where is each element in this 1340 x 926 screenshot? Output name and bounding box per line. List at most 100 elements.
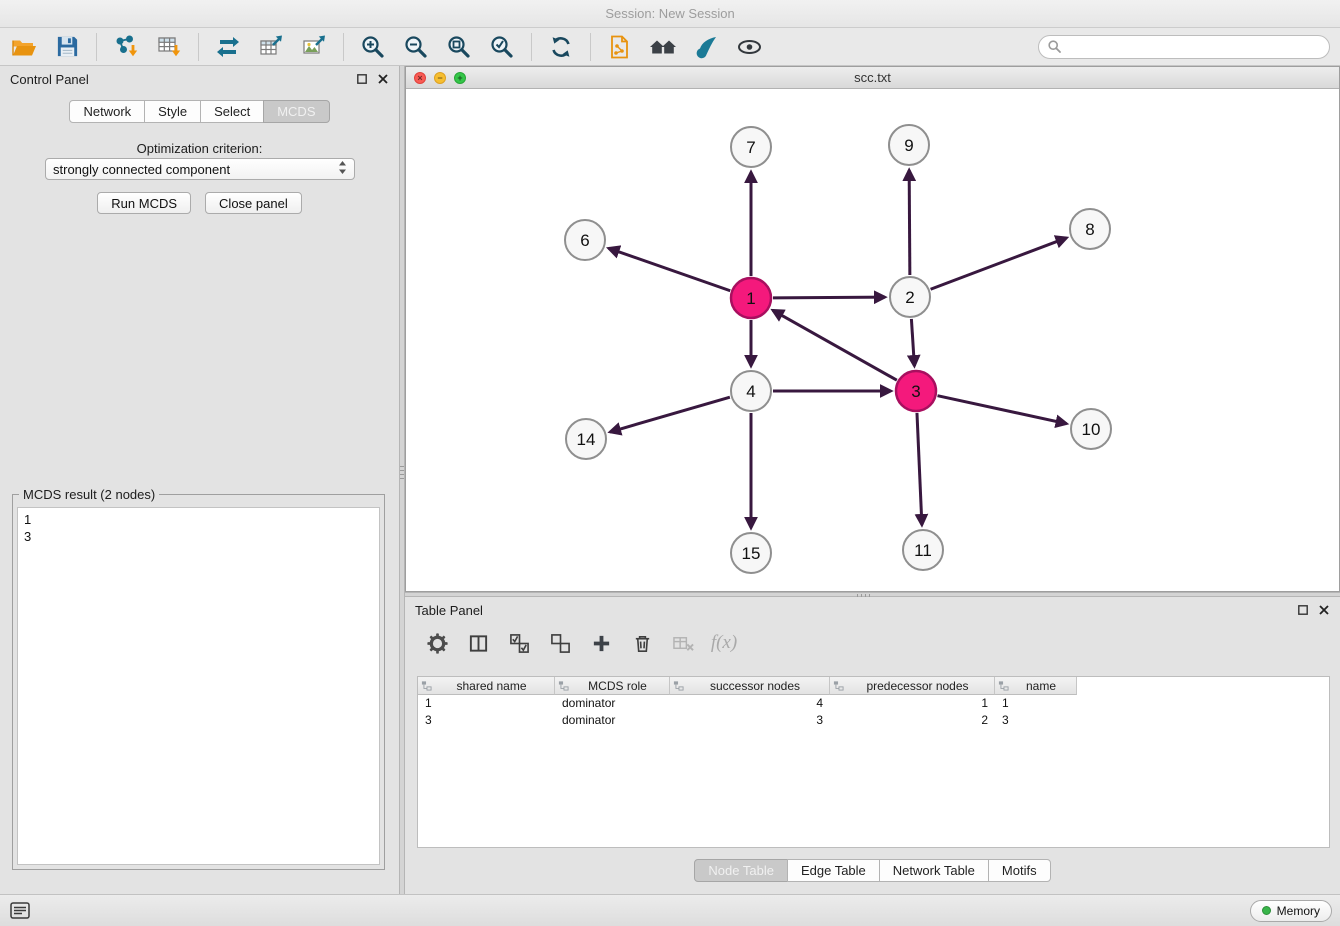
network-edge-4-14[interactable] <box>610 397 730 432</box>
network-node-11[interactable]: 11 <box>903 530 943 570</box>
column-header-name[interactable]: name <box>995 677 1077 695</box>
node-label: 4 <box>746 382 755 401</box>
network-edge-1-6[interactable] <box>609 248 731 290</box>
network-edge-3-11[interactable] <box>917 413 922 525</box>
column-header-successor-nodes[interactable]: successor nodes <box>670 677 830 695</box>
network-node-2[interactable]: 2 <box>890 277 930 317</box>
network-canvas[interactable]: 7 9 6 8 1 2 4 3 14 10 15 11 <box>406 89 1339 591</box>
network-node-4[interactable]: 4 <box>731 371 771 411</box>
search-input[interactable] <box>1067 39 1320 54</box>
export-network-button[interactable] <box>214 33 242 61</box>
network-node-14[interactable]: 14 <box>566 419 606 459</box>
result-line: 1 <box>24 511 373 528</box>
graphics-details-button[interactable] <box>735 33 763 61</box>
mcds-result-list[interactable]: 13 <box>17 507 380 865</box>
zoom-in-button[interactable] <box>359 33 387 61</box>
export-image-button[interactable] <box>300 33 328 61</box>
table-cell[interactable]: 1 <box>995 695 1077 712</box>
table-cell[interactable]: 3 <box>995 712 1077 729</box>
zoom-out-icon <box>403 34 429 60</box>
network-edge-3-1[interactable] <box>773 310 897 380</box>
column-header-shared-name[interactable]: shared name <box>418 677 555 695</box>
table-cell[interactable]: dominator <box>555 712 670 729</box>
column-header-predecessor-nodes[interactable]: predecessor nodes <box>830 677 995 695</box>
import-network-button[interactable] <box>112 33 140 61</box>
memory-label: Memory <box>1277 904 1320 918</box>
toolbar-separator <box>198 33 199 61</box>
column-label: name <box>1009 679 1073 693</box>
checked-boxes-icon <box>509 633 530 654</box>
table-row[interactable]: 3dominator323 <box>418 712 1329 729</box>
tab-network[interactable]: Network <box>69 100 145 123</box>
function-builder-button[interactable]: f(x) <box>712 631 736 655</box>
zoom-out-button[interactable] <box>402 33 430 61</box>
network-window-titlebar: × − + scc.txt <box>406 67 1339 89</box>
network-node-6[interactable]: 6 <box>565 220 605 260</box>
float-table-panel-button[interactable] <box>1297 604 1309 616</box>
delete-column-button[interactable] <box>630 631 654 655</box>
select-all-button[interactable] <box>507 631 531 655</box>
table-cell[interactable]: 3 <box>418 712 555 729</box>
table-cell[interactable]: 1 <box>830 695 995 712</box>
float-panel-button[interactable] <box>356 73 368 85</box>
network-node-8[interactable]: 8 <box>1070 209 1110 249</box>
import-table-button[interactable] <box>155 33 183 61</box>
column-visibility-button[interactable] <box>466 631 490 655</box>
open-session-button[interactable] <box>10 33 38 61</box>
table-tab-network-table[interactable]: Network Table <box>879 859 989 882</box>
column-label: MCDS role <box>569 679 666 693</box>
zoom-in-icon <box>360 34 386 60</box>
add-column-button[interactable] <box>589 631 613 655</box>
close-table-panel-button[interactable] <box>1318 604 1330 616</box>
zoom-selected-button[interactable] <box>488 33 516 61</box>
float-icon <box>357 74 367 84</box>
export-table-button[interactable] <box>257 33 285 61</box>
network-node-3[interactable]: 3 <box>896 371 936 411</box>
network-edge-3-10[interactable] <box>937 396 1066 424</box>
command-panel-button[interactable] <box>8 899 32 923</box>
tab-select[interactable]: Select <box>200 100 264 123</box>
tab-mcds[interactable]: MCDS <box>263 100 329 123</box>
close-panel-action-button[interactable]: Close panel <box>205 192 302 214</box>
optimization-criterion-label: Optimization criterion: <box>0 141 399 156</box>
run-mcds-button[interactable]: Run MCDS <box>97 192 191 214</box>
table-cell[interactable]: 2 <box>830 712 995 729</box>
table-tab-node-table[interactable]: Node Table <box>694 859 788 882</box>
table-cell[interactable]: 4 <box>670 695 830 712</box>
table-cell[interactable]: dominator <box>555 695 670 712</box>
apply-style-button[interactable] <box>692 33 720 61</box>
tab-style[interactable]: Style <box>144 100 201 123</box>
table-settings-button[interactable] <box>425 631 449 655</box>
network-edge-1-2[interactable] <box>773 297 885 298</box>
first-neighbors-button[interactable] <box>649 33 677 61</box>
network-node-1[interactable]: 1 <box>731 278 771 318</box>
column-header-mcds-role[interactable]: MCDS role <box>555 677 670 695</box>
mcds-result-title: MCDS result (2 nodes) <box>19 487 159 502</box>
fit-content-button[interactable] <box>445 33 473 61</box>
table-tab-motifs[interactable]: Motifs <box>988 859 1051 882</box>
search-field[interactable] <box>1038 35 1330 59</box>
network-overview-button[interactable] <box>606 33 634 61</box>
node-label: 8 <box>1085 220 1094 239</box>
table-tab-edge-table[interactable]: Edge Table <box>787 859 880 882</box>
node-label: 2 <box>905 288 914 307</box>
table-cell[interactable]: 3 <box>670 712 830 729</box>
search-icon <box>1048 40 1061 53</box>
delete-table-button[interactable] <box>671 631 695 655</box>
network-edge-2-8[interactable] <box>931 238 1067 289</box>
node-label: 15 <box>742 544 761 563</box>
close-panel-button[interactable] <box>377 73 389 85</box>
network-edge-2-9[interactable] <box>909 170 910 275</box>
network-edge-2-3[interactable] <box>911 319 914 366</box>
network-node-9[interactable]: 9 <box>889 125 929 165</box>
table-row[interactable]: 1dominator411 <box>418 695 1329 712</box>
save-session-button[interactable] <box>53 33 81 61</box>
network-node-15[interactable]: 15 <box>731 533 771 573</box>
criterion-select[interactable]: strongly connected component <box>45 158 355 180</box>
network-node-7[interactable]: 7 <box>731 127 771 167</box>
network-node-10[interactable]: 10 <box>1071 409 1111 449</box>
deselect-all-button[interactable] <box>548 631 572 655</box>
memory-button[interactable]: Memory <box>1250 900 1332 922</box>
table-cell[interactable]: 1 <box>418 695 555 712</box>
apply-layout-button[interactable] <box>547 33 575 61</box>
